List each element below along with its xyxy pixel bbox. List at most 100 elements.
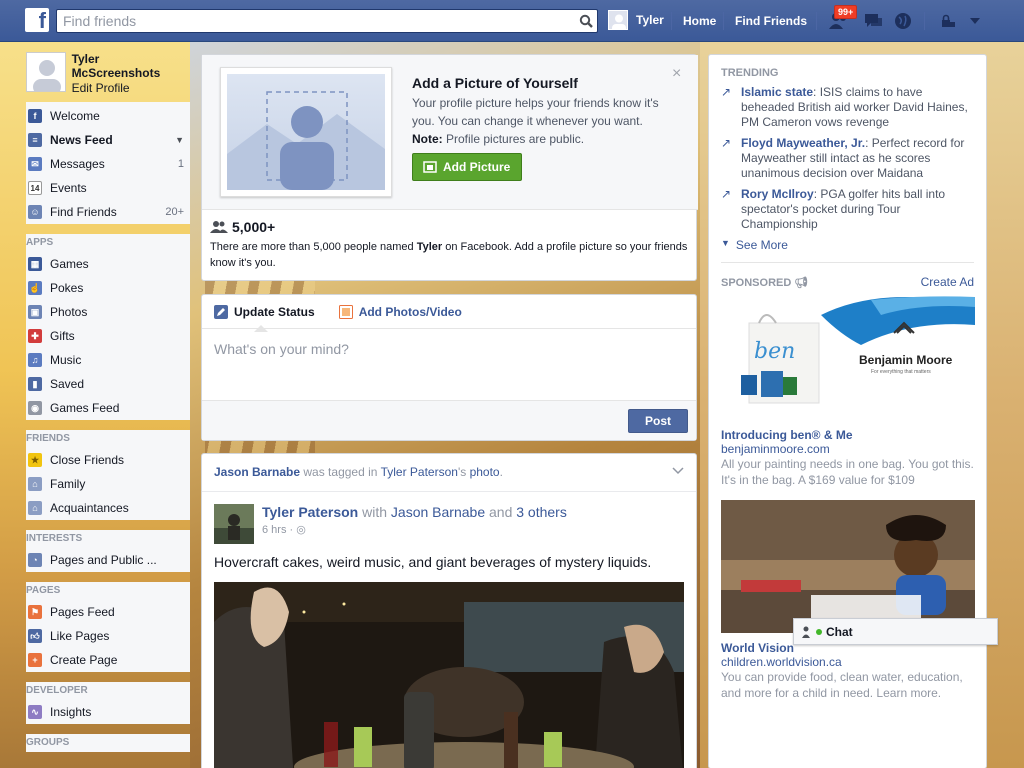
tagged-link[interactable]: Jason Barnabe bbox=[391, 504, 485, 520]
sidebar-item-find-friends[interactable]: ☺ Find Friends 20+ bbox=[26, 200, 190, 224]
chevron-down-icon[interactable]: ▼ bbox=[175, 135, 184, 145]
actor-link[interactable]: Jason Barnabe bbox=[214, 465, 300, 479]
sidebar-item-like-pages[interactable]: 👍︎ Like Pages bbox=[26, 624, 190, 648]
sponsored-header-row: SPONSORED 📢︎ Create Ad bbox=[721, 275, 974, 289]
search-box bbox=[56, 9, 598, 33]
others-link[interactable]: 3 others bbox=[516, 504, 567, 520]
post-button[interactable]: Post bbox=[628, 409, 688, 433]
groups-header: GROUPS bbox=[26, 737, 70, 748]
trending-item[interactable]: ↗ Floyd Mayweather, Jr.: Perfect record … bbox=[721, 136, 974, 181]
sidebar-item-games-feed[interactable]: ◉ Games Feed bbox=[26, 396, 190, 420]
search-icon[interactable] bbox=[575, 10, 597, 32]
sidebar-item-photos[interactable]: ▣ Photos bbox=[26, 300, 190, 324]
sidebar-item-events[interactable]: 14 Events bbox=[26, 176, 190, 200]
sidebar-item-saved[interactable]: ▮ Saved bbox=[26, 372, 190, 396]
sidebar-item-news-feed[interactable]: ≡ News Feed ▼ bbox=[26, 128, 190, 152]
sidebar-item-pokes[interactable]: ☝ Pokes bbox=[26, 276, 190, 300]
add-picture-desc-text: Your profile picture helps your friends … bbox=[412, 96, 659, 128]
nav-profile-link[interactable]: Tyler bbox=[608, 10, 664, 30]
sidebar-item-close-friends[interactable]: ★ Close Friends bbox=[26, 448, 190, 472]
trending-item[interactable]: ↗ Rory McIlroy: PGA golfer hits ball int… bbox=[721, 187, 974, 232]
sidebar-item-label: Welcome bbox=[50, 109, 100, 123]
author-link[interactable]: Tyler Paterson bbox=[262, 504, 358, 520]
sidebar-item-pages-feed[interactable]: ⚑ Pages Feed bbox=[26, 600, 190, 624]
close-icon[interactable]: × bbox=[672, 65, 681, 83]
trending-topic[interactable]: Rory McIlroy bbox=[741, 187, 814, 201]
chevron-down-icon[interactable] bbox=[964, 10, 986, 32]
ad-description: You can provide food, clean water, educa… bbox=[721, 670, 963, 700]
profile-summary: Tyler McScreenshots Edit Profile bbox=[26, 52, 190, 102]
sidebar-item-messages[interactable]: ✉ Messages 1 bbox=[26, 152, 190, 176]
ad-image[interactable] bbox=[721, 500, 975, 633]
sidebar-item-games[interactable]: ▦ Games bbox=[26, 252, 190, 276]
sidebar-item-acquaintances[interactable]: ⌂ Acquaintances bbox=[26, 496, 190, 520]
timestamp[interactable]: 6 hrs bbox=[262, 524, 286, 536]
ad-description: All your painting needs in one bag. You … bbox=[721, 457, 974, 487]
sidebar-item-create-page[interactable]: + Create Page bbox=[26, 648, 190, 672]
add-picture-button[interactable]: Add Picture bbox=[412, 153, 522, 181]
edit-profile-link[interactable]: Edit Profile bbox=[72, 80, 190, 96]
ad-brand-tagline: For everything that matters bbox=[871, 369, 931, 375]
sidebar-item-music[interactable]: ♫ Music bbox=[26, 348, 190, 372]
create-ad-link[interactable]: Create Ad bbox=[921, 275, 974, 289]
search-input[interactable] bbox=[57, 10, 567, 32]
feed-story: Jason Barnabe was tagged in Tyler Paters… bbox=[201, 453, 697, 768]
sidebar-item-pages-public[interactable]: ◔ Pages and Public ... bbox=[26, 548, 190, 572]
sidebar-friends: FRIENDS ★ Close Friends ⌂ Family ⌂ Acquaint… bbox=[26, 430, 190, 520]
photo-icon bbox=[338, 304, 353, 319]
ad-url[interactable]: children.worldvision.ca bbox=[721, 655, 974, 669]
header-text: . bbox=[499, 465, 503, 479]
stats-text: There are more than 5,000 people named T… bbox=[210, 239, 690, 271]
status-input[interactable]: What's on your mind? bbox=[202, 329, 696, 401]
developer-header: DEVELOPER bbox=[26, 685, 88, 696]
pages-header: PAGES bbox=[26, 585, 61, 596]
trending-topic[interactable]: Floyd Mayweather, Jr. bbox=[741, 136, 865, 150]
photo-link[interactable]: photo bbox=[470, 465, 500, 479]
notifications-globe-icon[interactable] bbox=[892, 10, 914, 32]
nav-find-friends[interactable]: Find Friends bbox=[735, 14, 807, 28]
ad-title[interactable]: Introducing ben® & Me bbox=[721, 428, 974, 442]
profile-picture-placeholder[interactable] bbox=[220, 67, 392, 197]
facebook-logo[interactable]: f bbox=[25, 8, 49, 32]
gifts-icon: ✚ bbox=[28, 329, 42, 343]
add-picture-description: Your profile picture helps your friends … bbox=[412, 94, 677, 148]
ad-url[interactable]: benjaminmoore.com bbox=[721, 442, 974, 456]
profile-name[interactable]: Tyler McScreenshots bbox=[72, 52, 190, 80]
ad-image[interactable]: ben Benjamin Moore For everything that m… bbox=[721, 295, 975, 420]
see-more-link[interactable]: ▼ See More bbox=[721, 238, 974, 252]
with-text: with bbox=[358, 504, 391, 520]
sidebar-item-label: Close Friends bbox=[50, 453, 125, 467]
chat-tab[interactable]: Chat bbox=[793, 618, 998, 645]
calendar-icon: 14 bbox=[28, 181, 42, 195]
sidebar-pages: PAGES ⚑ Pages Feed 👍︎ Like Pages + Create P… bbox=[26, 582, 190, 672]
sidebar-item-label: Insights bbox=[50, 705, 92, 719]
stats-name: Tyler bbox=[416, 241, 443, 253]
post-photo[interactable] bbox=[214, 582, 684, 768]
profile-picture[interactable] bbox=[26, 52, 66, 92]
sidebar-item-label: Games bbox=[50, 257, 89, 271]
story-options-icon[interactable] bbox=[672, 464, 684, 478]
trending-item[interactable]: ↗ Islamic state: ISIS claims to have beh… bbox=[721, 85, 974, 130]
avatar bbox=[608, 10, 628, 30]
sidebar-item-gifts[interactable]: ✚ Gifts bbox=[26, 324, 190, 348]
add-picture-title: Add a Picture of Yourself bbox=[412, 75, 578, 91]
tab-label: Add Photos/Video bbox=[358, 304, 462, 319]
trending-topic[interactable]: Islamic state bbox=[741, 85, 813, 99]
nav-home[interactable]: Home bbox=[683, 14, 716, 28]
avatar[interactable] bbox=[214, 504, 254, 544]
sidebar-item-label: Acquaintances bbox=[50, 501, 129, 515]
owner-link[interactable]: Tyler Paterson bbox=[381, 465, 458, 479]
tab-update-status[interactable]: Update Status bbox=[214, 304, 315, 332]
sidebar-item-welcome[interactable]: f Welcome bbox=[26, 104, 190, 128]
messages-icon[interactable] bbox=[862, 10, 884, 32]
composer-tabs: Update Status Add Photos/Video bbox=[202, 295, 696, 332]
privacy-lock-icon[interactable] bbox=[937, 10, 959, 32]
sidebar-item-insights[interactable]: ∿ Insights bbox=[26, 700, 190, 724]
sidebar-item-family[interactable]: ⌂ Family bbox=[26, 472, 190, 496]
ad-bag-text: ben bbox=[754, 339, 796, 364]
stats-pre: There are more than 5,000 people named bbox=[210, 241, 417, 253]
sidebar-developer: DEVELOPER ∿ Insights bbox=[26, 682, 190, 724]
nav-username: Tyler bbox=[636, 13, 664, 27]
tab-add-photos[interactable]: Add Photos/Video bbox=[338, 304, 462, 319]
sidebar-item-label: Pages and Public ... bbox=[50, 553, 157, 567]
